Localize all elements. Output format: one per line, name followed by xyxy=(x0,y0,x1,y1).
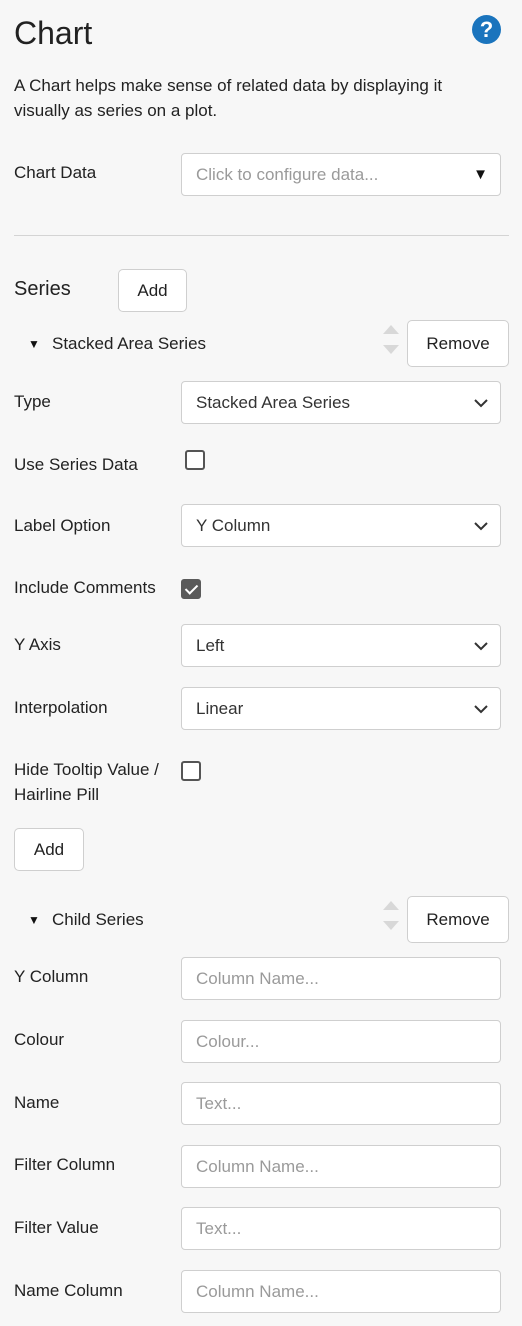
label-option-value: Y Column xyxy=(196,516,271,535)
interpolation-label: Interpolation xyxy=(14,698,108,717)
filter-column-input[interactable]: Column Name... xyxy=(181,1145,501,1188)
hide-tooltip-label-line2: Hairline Pill xyxy=(14,785,100,804)
colour-placeholder: Colour... xyxy=(196,1032,260,1051)
reorder-arrows-icon[interactable] xyxy=(383,325,399,355)
child-series-title: Child Series xyxy=(52,910,144,929)
filter-column-placeholder: Column Name... xyxy=(196,1157,319,1176)
name-input[interactable]: Text... xyxy=(181,1082,501,1125)
chevron-down-icon xyxy=(474,522,488,531)
description: A Chart helps make sense of related data… xyxy=(14,76,443,120)
include-comments-label: Include Comments xyxy=(14,578,156,597)
name-column-input[interactable]: Column Name... xyxy=(181,1270,501,1313)
y-axis-select[interactable]: Left xyxy=(181,624,501,667)
chevron-down-icon xyxy=(474,705,488,714)
chart-data-label: Chart Data xyxy=(14,163,97,182)
reorder-arrows-icon[interactable] xyxy=(383,901,399,931)
collapse-caret-icon[interactable]: ▼ xyxy=(28,913,40,927)
remove-child-series-button[interactable]: Remove xyxy=(407,896,509,943)
filter-column-label: Filter Column xyxy=(14,1155,116,1174)
add-series-button[interactable]: Add xyxy=(118,269,187,312)
use-series-data-checkbox[interactable] xyxy=(185,450,205,470)
use-series-data-label: Use Series Data xyxy=(14,455,138,474)
y-axis-value: Left xyxy=(196,636,225,655)
y-column-placeholder: Column Name... xyxy=(196,969,319,988)
filter-value-placeholder: Text... xyxy=(196,1219,242,1238)
chart-data-select[interactable]: Click to configure data... ▼ xyxy=(181,153,501,196)
name-label: Name xyxy=(14,1093,60,1112)
collapse-caret-icon[interactable]: ▼ xyxy=(28,337,40,351)
label-option-select[interactable]: Y Column xyxy=(181,504,501,547)
add-child-series-button[interactable]: Add xyxy=(14,828,84,871)
type-label: Type xyxy=(14,392,51,411)
chevron-down-icon xyxy=(474,399,488,408)
chart-data-placeholder: Click to configure data... xyxy=(196,165,379,184)
remove-series-button[interactable]: Remove xyxy=(407,320,509,367)
help-icon[interactable]: ? xyxy=(472,15,501,44)
filter-value-input[interactable]: Text... xyxy=(181,1207,501,1250)
hide-tooltip-checkbox[interactable] xyxy=(181,761,201,781)
page-title: Chart xyxy=(14,15,93,51)
include-comments-checkbox[interactable] xyxy=(181,579,201,599)
interpolation-value: Linear xyxy=(196,699,244,718)
type-value: Stacked Area Series xyxy=(196,393,351,412)
interpolation-select[interactable]: Linear xyxy=(181,687,501,730)
label-option-label: Label Option xyxy=(14,516,111,535)
series-item-title: Stacked Area Series xyxy=(52,334,207,353)
y-axis-label: Y Axis xyxy=(14,635,61,654)
chevron-down-icon xyxy=(474,642,488,651)
type-select[interactable]: Stacked Area Series xyxy=(181,381,501,424)
series-heading: Series xyxy=(14,278,71,300)
y-column-label: Y Column xyxy=(14,967,89,986)
colour-label: Colour xyxy=(14,1030,65,1049)
dropdown-triangle-icon: ▼ xyxy=(473,166,488,183)
filter-value-label: Filter Value xyxy=(14,1218,99,1237)
name-placeholder: Text... xyxy=(196,1094,242,1113)
name-column-label: Name Column xyxy=(14,1281,123,1300)
colour-input[interactable]: Colour... xyxy=(181,1020,501,1063)
hide-tooltip-label-line1: Hide Tooltip Value / xyxy=(14,760,159,779)
y-column-input[interactable]: Column Name... xyxy=(181,957,501,1000)
divider xyxy=(14,235,509,236)
name-column-placeholder: Column Name... xyxy=(196,1282,319,1301)
